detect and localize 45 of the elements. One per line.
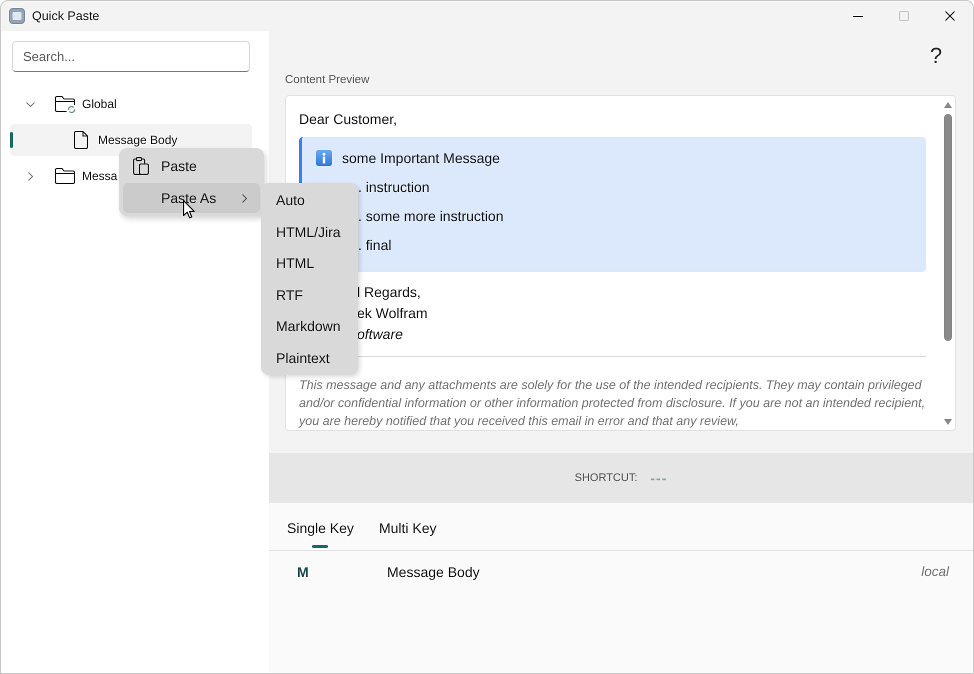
folder-icon: [54, 167, 76, 185]
callout-title: some Important Message: [342, 149, 500, 168]
menu-item[interactable]: RTF: [261, 280, 358, 311]
scrollbar-thumb[interactable]: [944, 114, 952, 341]
scroll-up-arrow-icon[interactable]: [944, 102, 952, 108]
scroll-down-arrow-icon[interactable]: [944, 419, 952, 425]
menu-item[interactable]: Plaintext: [261, 342, 358, 374]
synced-folder-icon: [54, 95, 76, 113]
tree-item[interactable]: Global: [10, 88, 119, 120]
info-icon: [316, 150, 332, 166]
chevron-right-icon[interactable]: [28, 172, 32, 180]
shortcut-label: SHORTCUT:: [574, 470, 638, 486]
disclaimer-text: This message and any attachments are solely for the use of the intended recipients. They may contain privileged and/or confidential information or other information protected from disclosure. If you are not an intended recipient, you are hereby notified that you received this email in error and that any review,: [299, 376, 926, 430]
signature-line: l Regards,: [357, 282, 421, 302]
tab-underline: [312, 545, 328, 548]
menu-item[interactable]: HTML: [261, 248, 358, 280]
menu-item[interactable]: HTML/Jira: [261, 216, 358, 248]
signature-line: oftware: [357, 324, 403, 344]
snippet-name: Message Body: [387, 562, 481, 582]
tab[interactable]: Multi Key: [378, 503, 437, 550]
menu-item[interactable]: Markdown: [261, 311, 358, 342]
help-button[interactable]: ?: [920, 41, 952, 71]
app-icon: [9, 8, 25, 24]
chevron-down-icon[interactable]: [26, 102, 34, 106]
menu-item[interactable]: Auto: [261, 185, 358, 216]
list-item-text: . some more instruction: [358, 207, 504, 226]
shortcut-key: M: [297, 562, 387, 582]
shortcut-value: ---: [650, 468, 668, 488]
window-title: Quick Paste: [32, 8, 100, 25]
file-icon: [73, 130, 89, 150]
greeting-text: Dear Customer,: [299, 110, 398, 129]
clipboard-icon: [133, 157, 149, 175]
selection-indicator: [10, 132, 13, 148]
scope-label: local: [921, 562, 949, 581]
chevron-right-icon: [242, 194, 247, 202]
tree-item[interactable]: Messa: [10, 160, 120, 192]
menu-item[interactable]: Paste As: [123, 183, 260, 213]
search-field[interactable]: Search...: [12, 41, 250, 72]
signature-line: ek Wolfram: [357, 304, 428, 322]
maximize-icon: [899, 11, 909, 21]
list-item-text: . final: [358, 236, 392, 255]
section-label: Content Preview: [285, 73, 370, 87]
tab[interactable]: Single Key: [287, 503, 354, 550]
list-item-text: . instruction: [358, 178, 430, 197]
close-icon: [945, 11, 955, 21]
